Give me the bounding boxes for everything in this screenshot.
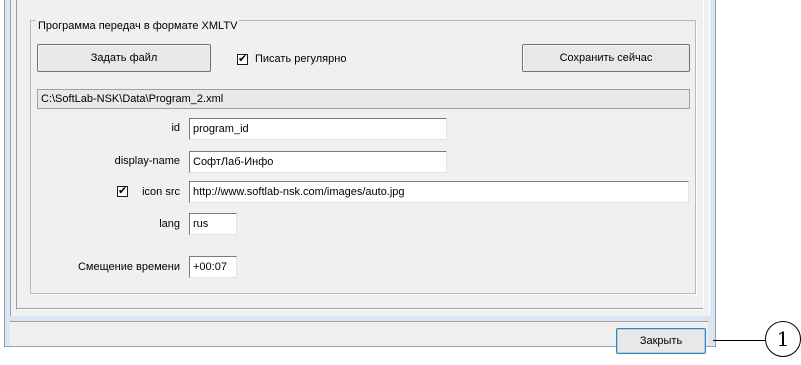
file-path-field: C:\SoftLab-NSK\Data\Program_2.xml bbox=[37, 89, 690, 109]
display-name-label: display-name bbox=[114, 155, 180, 167]
save-now-button-label: Сохранить сейчас bbox=[559, 52, 653, 64]
lang-label: lang bbox=[159, 218, 180, 230]
icon-src-checkbox[interactable]: ✔ bbox=[117, 184, 128, 197]
set-file-button-label: Задать файл bbox=[90, 52, 158, 64]
xmltv-group-title: Программа передач в формате XMLTV bbox=[36, 20, 240, 32]
write-regularly-label: Писать регулярно bbox=[255, 53, 347, 65]
lang-input[interactable]: rus bbox=[189, 213, 237, 235]
check-mark-icon: ✔ bbox=[238, 52, 248, 65]
set-file-button[interactable]: Задать файл bbox=[37, 44, 211, 72]
icon-src-input[interactable]: http://www.softlab-nsk.com/images/auto.j… bbox=[189, 181, 689, 203]
save-now-button[interactable]: Сохранить сейчас bbox=[522, 44, 690, 72]
bottom-bar bbox=[10, 321, 708, 346]
time-offset-input[interactable]: +00:07 bbox=[189, 256, 237, 278]
close-button[interactable]: Закрыть bbox=[616, 328, 706, 354]
display-name-input[interactable]: СофтЛаб-Инфо bbox=[189, 151, 447, 173]
close-button-label: Закрыть bbox=[639, 335, 683, 347]
icon-src-label: icon src bbox=[142, 186, 180, 198]
callout-marker: 1 bbox=[765, 321, 801, 357]
check-mark-icon: ✔ bbox=[118, 184, 128, 197]
id-label: id bbox=[171, 122, 180, 134]
write-regularly-checkbox[interactable]: ✔ bbox=[237, 52, 248, 65]
time-offset-label: Смещение времени bbox=[77, 261, 180, 273]
id-input[interactable]: program_id bbox=[189, 118, 447, 140]
